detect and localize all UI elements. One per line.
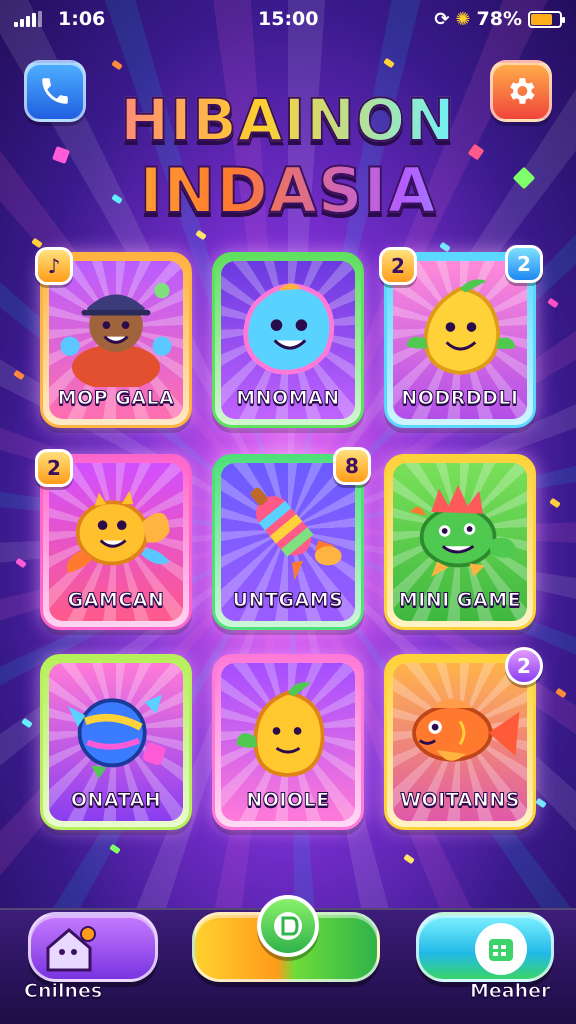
signal-icon — [14, 11, 42, 27]
game-tile-inner: MINI GAME — [393, 463, 527, 621]
battery-percent: 78% — [476, 8, 522, 30]
status-time-left: 1:06 — [58, 8, 106, 30]
game-tile-inner: MOP GALA — [49, 261, 183, 419]
game-tile-inner: ONATAH — [49, 663, 183, 821]
calendar-icon — [475, 923, 527, 975]
game-badge: 2 — [35, 449, 73, 487]
game-tile[interactable]: WOITANNS 2 — [384, 647, 543, 830]
status-clock: 15:00 — [258, 8, 319, 30]
home-label: Cnilnes — [23, 980, 103, 1003]
game-label: MNOMAN — [236, 387, 340, 410]
game-label: UNTGAMS — [232, 589, 344, 612]
game-badge-right: 2 — [505, 245, 543, 283]
rocket-candy-icon — [221, 471, 355, 589]
mango-creature-icon — [221, 671, 355, 789]
game-tile-inner: GAMCAN — [49, 463, 183, 621]
battery-level — [531, 13, 552, 25]
status-icons: ⟳ ✺ 78% — [434, 8, 565, 30]
candy-ball-icon — [49, 671, 183, 789]
game-tile[interactable]: MINI GAME — [384, 454, 536, 630]
yellow-fruit-creature-icon — [393, 269, 527, 387]
game-tile-inner: WOITANNS — [393, 663, 527, 821]
singer-character-icon — [49, 269, 183, 391]
game-tile-inner: MNOMAN — [221, 261, 355, 419]
calendar-button[interactable] — [416, 912, 554, 982]
sun-icon: ✺ — [455, 8, 471, 30]
title-line-2: INDASIA — [0, 153, 576, 228]
play-button[interactable] — [192, 895, 380, 982]
house-icon — [41, 921, 97, 977]
game-label: NODRDDLI — [401, 387, 519, 410]
orange-fish-icon — [393, 671, 527, 789]
game-label: MINI GAME — [398, 589, 522, 612]
game-label: MOP GALA — [57, 387, 175, 410]
game-tile[interactable]: GAMCAN 2 — [35, 449, 192, 630]
status-bar: 1:06 15:00 ⟳ ✺ 78% — [0, 0, 576, 40]
game-tile[interactable]: MNOMAN — [212, 252, 364, 428]
blue-blob-creature-icon — [221, 269, 355, 387]
game-tile[interactable]: MOP GALA ♪ — [35, 247, 192, 428]
game-tile-inner: UNTGAMS — [221, 463, 355, 621]
game-tile-inner: NOIOLE — [221, 663, 355, 821]
game-label: WOITANNS — [400, 789, 520, 812]
game-tile[interactable]: UNTGAMS 8 — [212, 447, 371, 630]
sync-icon: ⟳ — [434, 8, 450, 30]
title-line-1: HIBAINON — [0, 85, 576, 155]
chat-icon — [257, 895, 319, 957]
yellow-fish-creature-icon — [49, 471, 183, 589]
game-tile[interactable]: ONATAH — [40, 654, 192, 830]
calendar-label: Meaher — [469, 980, 551, 1003]
game-badge: 8 — [333, 447, 371, 485]
game-badge: 2 — [505, 647, 543, 685]
home-button[interactable] — [28, 912, 158, 982]
game-tile[interactable]: NOIOLE — [212, 654, 364, 830]
game-label: NOIOLE — [246, 789, 330, 812]
game-tile[interactable]: NODRDDLI 2 2 — [379, 245, 543, 428]
battery-icon — [528, 10, 565, 28]
game-badge: ♪ — [35, 247, 73, 285]
game-label: GAMCAN — [67, 589, 165, 612]
game-label: ONATAH — [70, 789, 162, 812]
game-badge: 2 — [379, 247, 417, 285]
green-dragon-icon — [393, 471, 527, 589]
game-tile-inner: NODRDDLI — [393, 261, 527, 419]
